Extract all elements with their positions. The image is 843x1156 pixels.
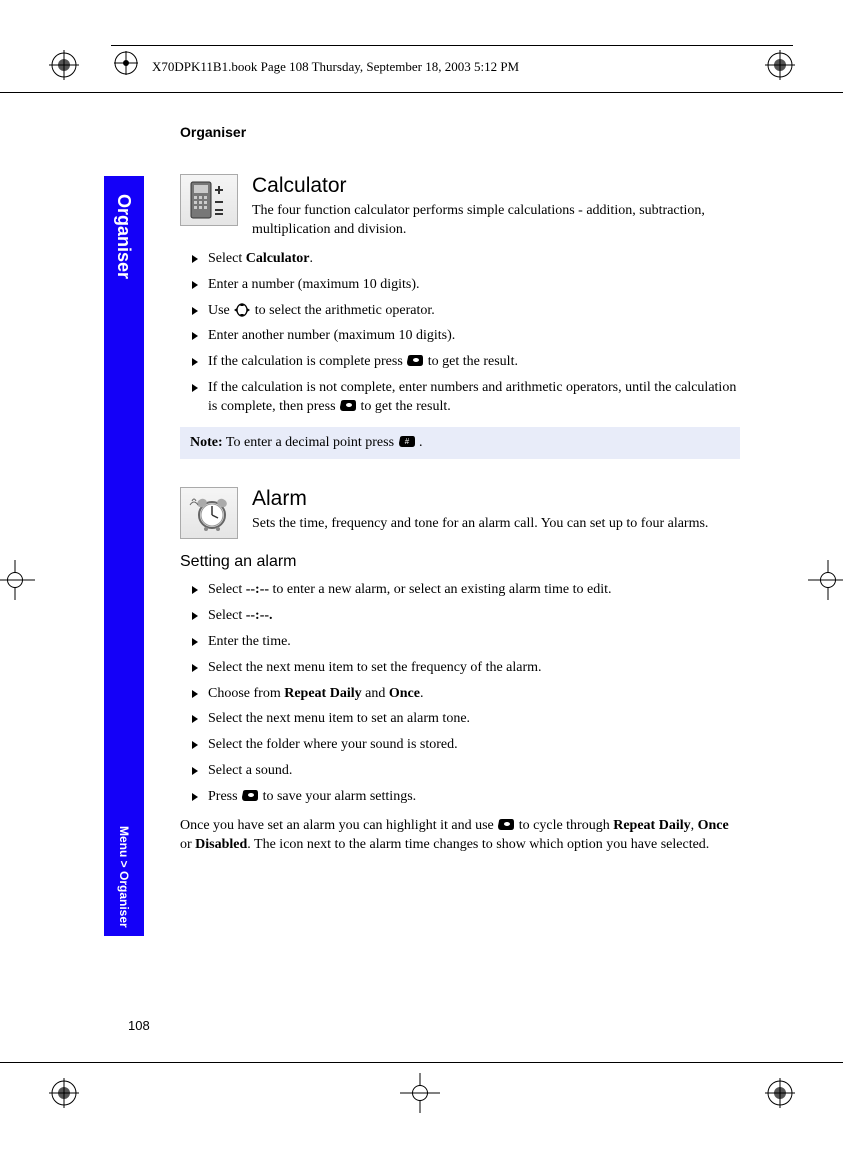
list-item: Select the folder where your sound is st… (180, 736, 740, 755)
side-tab: Organiser Menu > Organiser (104, 176, 144, 936)
side-tab-label: Organiser (113, 194, 134, 279)
list-item: Choose from Repeat Daily and Once. (180, 685, 740, 704)
list-item: If the calculation is complete press to … (180, 353, 740, 372)
alarm-heading: Alarm (252, 487, 708, 511)
calculator-icon (180, 174, 238, 226)
page-number: 108 (128, 1018, 150, 1033)
side-tab-breadcrumb: Menu > Organiser (117, 826, 131, 928)
list-item: Enter a number (maximum 10 digits). (180, 276, 740, 295)
list-item: Select a sound. (180, 762, 740, 781)
softkey-icon (339, 399, 357, 413)
nav-key-icon (233, 303, 251, 317)
crosshair-icon (400, 1073, 440, 1113)
list-item: Use to select the arithmetic operator. (180, 302, 740, 321)
regmark-icon (111, 48, 141, 78)
crosshair-icon (0, 560, 35, 600)
regmark-icon (49, 1078, 79, 1108)
list-item: Select Calculator. (180, 250, 740, 269)
svg-text:#: # (404, 437, 409, 446)
running-head: Organiser (180, 124, 740, 140)
header-rule (111, 45, 793, 46)
note-box: Note: To enter a decimal point press # . (180, 427, 740, 459)
softkey-icon (406, 354, 424, 368)
page-content: Organiser Calculator The four function c… (180, 124, 740, 855)
softkey-icon (497, 818, 515, 832)
calculator-steps: Select Calculator. Enter a number (maxim… (180, 250, 740, 417)
list-item: Press to save your alarm settings. (180, 788, 740, 807)
alarm-steps: Select --:-- to enter a new alarm, or se… (180, 581, 740, 807)
list-item: If the calculation is not complete, ente… (180, 379, 740, 417)
crosshair-icon (808, 560, 843, 600)
list-item: Select --:--. (180, 607, 740, 626)
book-info: X70DPK11B1.book Page 108 Thursday, Septe… (152, 59, 519, 75)
list-item: Select the next menu item to set the fre… (180, 659, 740, 678)
calculator-description: The four function calculator performs si… (252, 202, 740, 240)
list-item: Enter another number (maximum 10 digits)… (180, 327, 740, 346)
list-item: Select the next menu item to set an alar… (180, 710, 740, 729)
regmark-icon (765, 50, 795, 80)
footer-rule (0, 1062, 843, 1063)
list-item: Enter the time. (180, 633, 740, 652)
hash-key-icon: # (398, 435, 416, 449)
alarm-description: Sets the time, frequency and tone for an… (252, 515, 708, 534)
regmark-icon (49, 50, 79, 80)
list-item: Select --:-- to enter a new alarm, or se… (180, 581, 740, 600)
alarm-icon (180, 487, 238, 539)
header-rule (0, 92, 843, 93)
calculator-heading: Calculator (252, 174, 740, 198)
softkey-icon (241, 789, 259, 803)
alarm-subheading: Setting an alarm (180, 553, 740, 571)
alarm-paragraph: Once you have set an alarm you can highl… (180, 817, 740, 855)
regmark-icon (765, 1078, 795, 1108)
